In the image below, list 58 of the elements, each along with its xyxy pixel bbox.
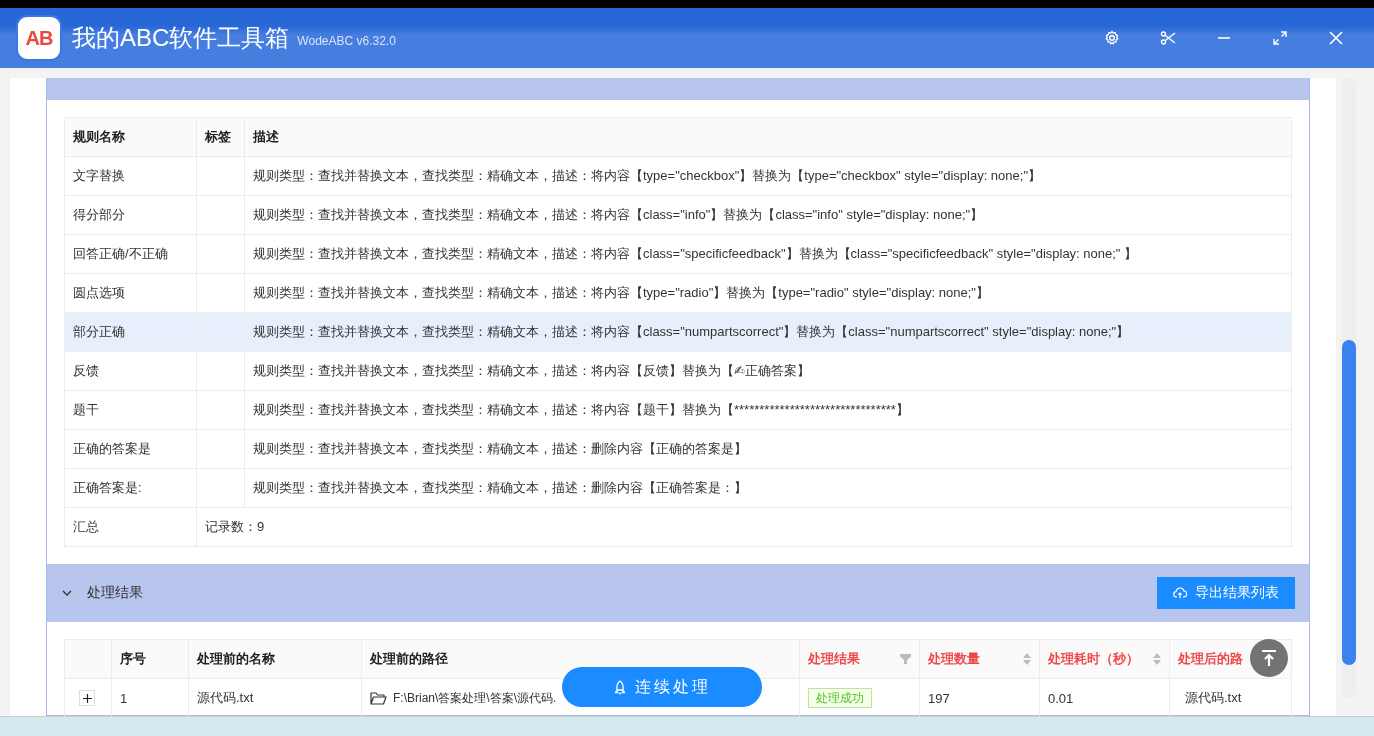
settings-icon[interactable] bbox=[1104, 30, 1120, 46]
table-cell: 部分正确 bbox=[64, 312, 197, 352]
rocket-icon bbox=[613, 679, 627, 695]
arrow-up-icon bbox=[1259, 648, 1279, 668]
table-cell: 规则类型：查找并替换文本，查找类型：精确文本，描述：将内容【type="checkbox"】替换为【type="checkbox" style="display: none;"】 bbox=[244, 156, 1292, 196]
table-row[interactable]: 题干 规则类型：查找并替换文本，查找类型：精确文本，描述：将内容【题干】替换为【********************************】 bbox=[64, 390, 1292, 430]
table-cell: 规则类型：查找并替换文本，查找类型：精确文本，描述：删除内容【正确答案是：】 bbox=[244, 468, 1292, 508]
table-cell: 规则类型：查找并替换文本，查找类型：精确文本，描述：将内容【class="info"】替换为【class="info" style="display: none;"】 bbox=[244, 195, 1292, 235]
table-row[interactable]: 正确答案是: 规则类型：查找并替换文本，查找类型：精确文本，描述：删除内容【正确答案是：】 bbox=[64, 468, 1292, 508]
column-header: 标签 bbox=[196, 117, 245, 157]
table-cell bbox=[196, 312, 245, 352]
column-header: 描述 bbox=[244, 117, 1292, 157]
table-row[interactable]: 回答正确/不正确 规则类型：查找并替换文本，查找类型：精确文本，描述：将内容【class="specificfeedback"】替换为【class="specificfeedback" style="display: none;" 】 bbox=[64, 234, 1292, 274]
table-cell: 正确答案是: bbox=[64, 468, 197, 508]
table-row[interactable]: 文字替换 规则类型：查找并替换文本，查找类型：精确文本，描述：将内容【type="checkbox"】替换为【type="checkbox" style="display: none;"】 bbox=[64, 156, 1292, 196]
column-header[interactable]: 处理耗时（秒） bbox=[1039, 639, 1170, 679]
maximize-icon[interactable] bbox=[1272, 30, 1288, 46]
table-cell: 规则类型：查找并替换文本，查找类型：精确文本，描述：将内容【题干】替换为【********************************】 bbox=[244, 390, 1292, 430]
table-row[interactable]: 正确的答案是 规则类型：查找并替换文本，查找类型：精确文本，描述：删除内容【正确的答案是】 bbox=[64, 429, 1292, 469]
column-header[interactable]: 处理结果 bbox=[799, 639, 920, 679]
window-title: 我的ABC软件工具箱 bbox=[72, 23, 290, 53]
table-row[interactable]: 部分正确 规则类型：查找并替换文本，查找类型：精确文本，描述：将内容【class="numpartscorrect"】替换为【class="numpartscorrect" style="display: none;"】 bbox=[64, 312, 1292, 352]
table-row[interactable]: 反馈 规则类型：查找并替换文本，查找类型：精确文本，描述：将内容【反馈】替换为【✍正确答案】 bbox=[64, 351, 1292, 391]
app-logo: AB bbox=[16, 15, 62, 61]
table-cell: F:\Brian\答案处理\答案\源代码. bbox=[393, 689, 557, 707]
column-header: 规则名称 bbox=[64, 117, 197, 157]
table-cell: 规则类型：查找并替换文本，查找类型：精确文本，描述：将内容【class="numpartscorrect"】替换为【class="numpartscorrect" style="display: none;"】 bbox=[244, 312, 1292, 352]
scissors-icon[interactable] bbox=[1160, 30, 1176, 46]
table-cell: 汇总 bbox=[64, 507, 197, 547]
table-cell: 反馈 bbox=[64, 351, 197, 391]
scrollbar[interactable] bbox=[1342, 78, 1356, 698]
table-cell: 得分部分 bbox=[64, 195, 197, 235]
table-row[interactable]: 圆点选项 规则类型：查找并替换文本，查找类型：精确文本，描述：将内容【type="radio"】替换为【type="radio" style="display: none;"】 bbox=[64, 273, 1292, 313]
version-label: WodeABC v6.32.0 bbox=[297, 34, 396, 48]
scrollbar-thumb[interactable] bbox=[1342, 340, 1356, 665]
cloud-upload-icon bbox=[1173, 586, 1187, 600]
plus-icon bbox=[82, 693, 92, 703]
table-cell: 规则类型：查找并替换文本，查找类型：精确文本，描述：删除内容【正确的答案是】 bbox=[244, 429, 1292, 469]
table-cell: 记录数：9 bbox=[196, 507, 1292, 547]
table-cell: 规则类型：查找并替换文本，查找类型：精确文本，描述：将内容【type="radio"】替换为【type="radio" style="display: none;"】 bbox=[244, 273, 1292, 313]
column-header: 序号 bbox=[111, 639, 189, 679]
table-cell: 文字替换 bbox=[64, 156, 197, 196]
folder-icon bbox=[370, 691, 387, 705]
column-header[interactable]: 处理数量 bbox=[919, 639, 1040, 679]
expand-row-button[interactable] bbox=[79, 690, 95, 706]
table-cell: 回答正确/不正确 bbox=[64, 234, 197, 274]
close-icon[interactable] bbox=[1328, 30, 1344, 46]
table-cell: 规则类型：查找并替换文本，查找类型：精确文本，描述：将内容【class="specificfeedback"】替换为【class="specificfeedback" style="display: none;" 】 bbox=[244, 234, 1292, 274]
section-title: 处理结果 bbox=[87, 584, 143, 602]
table-cell bbox=[196, 351, 245, 391]
table-cell bbox=[196, 273, 245, 313]
status-tag: 处理成功 bbox=[808, 687, 872, 708]
table-cell: 正确的答案是 bbox=[64, 429, 197, 469]
table-cell: 题干 bbox=[64, 390, 197, 430]
table-cell: 圆点选项 bbox=[64, 273, 197, 313]
table-row[interactable]: 得分部分 规则类型：查找并替换文本，查找类型：精确文本，描述：将内容【class="info"】替换为【class="info" style="display: none;"】 bbox=[64, 195, 1292, 235]
column-header: 处理前的名称 bbox=[188, 639, 362, 679]
table-cell: 规则类型：查找并替换文本，查找类型：精确文本，描述：将内容【反馈】替换为【✍正确答案】 bbox=[244, 351, 1292, 391]
